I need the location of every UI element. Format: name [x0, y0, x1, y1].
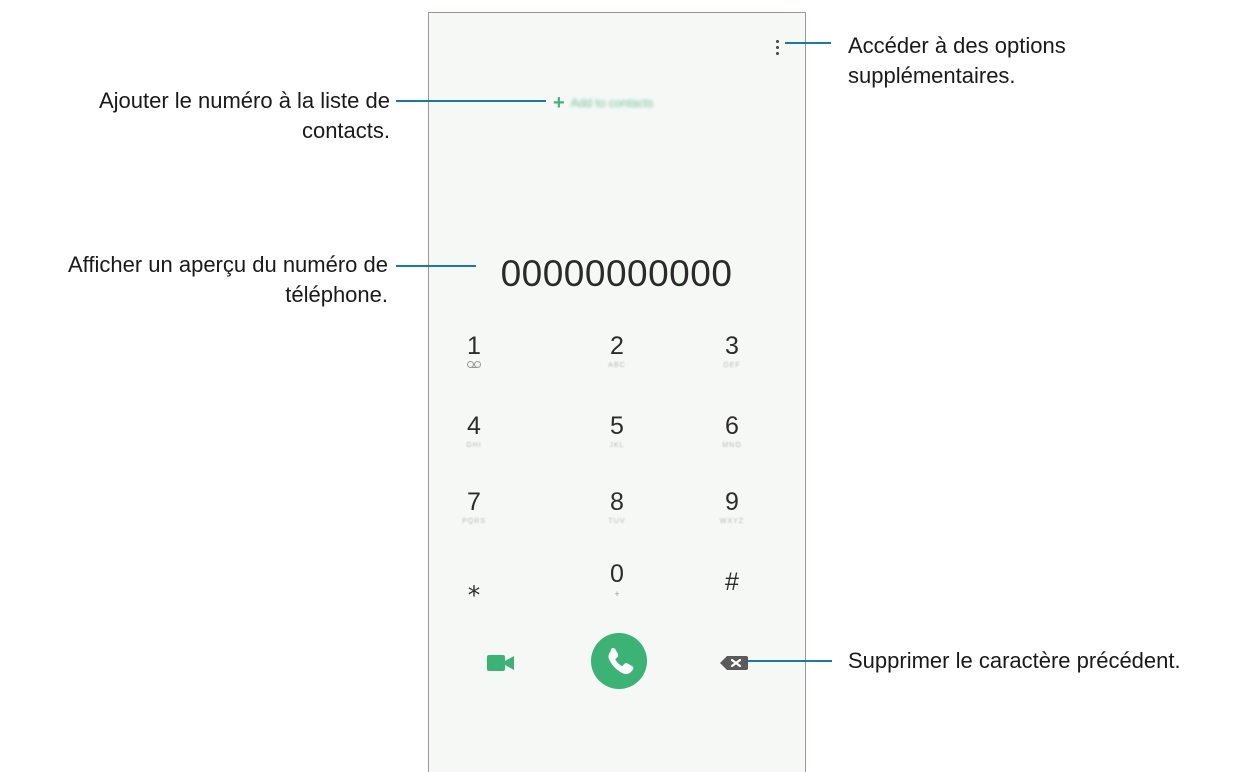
- key-letters: PQRS: [462, 518, 486, 525]
- callout-line-options: [785, 42, 831, 44]
- callout-options: Accéder à des options supplémentaires.: [848, 31, 1066, 91]
- phone-call-icon: [608, 648, 634, 675]
- key-9[interactable]: 9 WXYZ: [687, 487, 777, 527]
- key-6[interactable]: 6 MNO: [687, 411, 777, 451]
- key-7[interactable]: 7 PQRS: [429, 487, 519, 527]
- key-digit: #: [725, 568, 739, 596]
- key-letters: MNO: [722, 442, 742, 449]
- key-5[interactable]: 5 JKL: [572, 411, 662, 451]
- key-star[interactable]: ⁎: [429, 573, 519, 603]
- key-1[interactable]: 1: [429, 331, 519, 369]
- backspace-icon: [720, 656, 748, 670]
- key-digit: 1: [467, 332, 481, 360]
- key-letters: GHI: [466, 442, 482, 449]
- key-digit: 0: [610, 560, 624, 588]
- key-letters: ABC: [608, 362, 626, 369]
- callout-preview-line2: téléphone.: [285, 282, 388, 307]
- key-0[interactable]: 0 +: [572, 559, 662, 599]
- dialer-screen: + Add to contacts 00000000000 1 2 ABC 3 …: [428, 12, 806, 772]
- key-letters: DEF: [723, 362, 741, 369]
- key-digit: 8: [610, 488, 624, 516]
- add-to-contacts-label: Add to contacts: [570, 96, 654, 110]
- key-digit: 5: [610, 412, 624, 440]
- callout-line-delete: [748, 660, 832, 662]
- key-digit: 2: [610, 332, 624, 360]
- key-digit: 6: [725, 412, 739, 440]
- key-digit: 7: [467, 488, 481, 516]
- callout-add-contact: Ajouter le numéro à la liste de contacts…: [30, 86, 390, 146]
- key-digit: 9: [725, 488, 739, 516]
- callout-preview: Afficher un aperçu du numéro de téléphon…: [0, 250, 388, 310]
- key-digit: 3: [725, 332, 739, 360]
- add-to-contacts-button[interactable]: + Add to contacts: [553, 93, 653, 113]
- key-3[interactable]: 3 DEF: [687, 331, 777, 371]
- key-letters: JKL: [609, 442, 625, 449]
- callout-line-add-contact: [396, 100, 546, 102]
- key-plus: +: [614, 589, 620, 599]
- call-button[interactable]: [591, 633, 647, 689]
- key-4[interactable]: 4 GHI: [429, 411, 519, 451]
- key-hash[interactable]: #: [687, 567, 777, 597]
- callout-add-contact-line2: contacts.: [301, 118, 390, 143]
- callout-options-line1: Accéder à des options: [848, 33, 1066, 58]
- callout-delete: Supprimer le caractère précédent.: [848, 648, 1181, 673]
- key-digit: ⁎: [467, 574, 481, 602]
- key-letters: TUV: [608, 518, 626, 525]
- phone-number-display[interactable]: 00000000000: [429, 253, 804, 295]
- video-call-button[interactable]: [487, 653, 515, 673]
- key-2[interactable]: 2 ABC: [572, 331, 662, 371]
- key-letters: WXYZ: [719, 518, 745, 525]
- voicemail-icon: [467, 361, 481, 369]
- video-call-icon: [487, 655, 514, 671]
- key-digit: 4: [467, 412, 481, 440]
- callout-options-line2: supplémentaires.: [848, 63, 1016, 88]
- more-options-button[interactable]: [773, 39, 783, 57]
- backspace-button[interactable]: [719, 653, 749, 673]
- key-8[interactable]: 8 TUV: [572, 487, 662, 527]
- callout-preview-line1: Afficher un aperçu du numéro de: [67, 252, 388, 277]
- callout-add-contact-line1: Ajouter le numéro à la liste de: [98, 88, 390, 113]
- callout-line-preview: [396, 265, 476, 267]
- plus-icon: +: [553, 92, 565, 114]
